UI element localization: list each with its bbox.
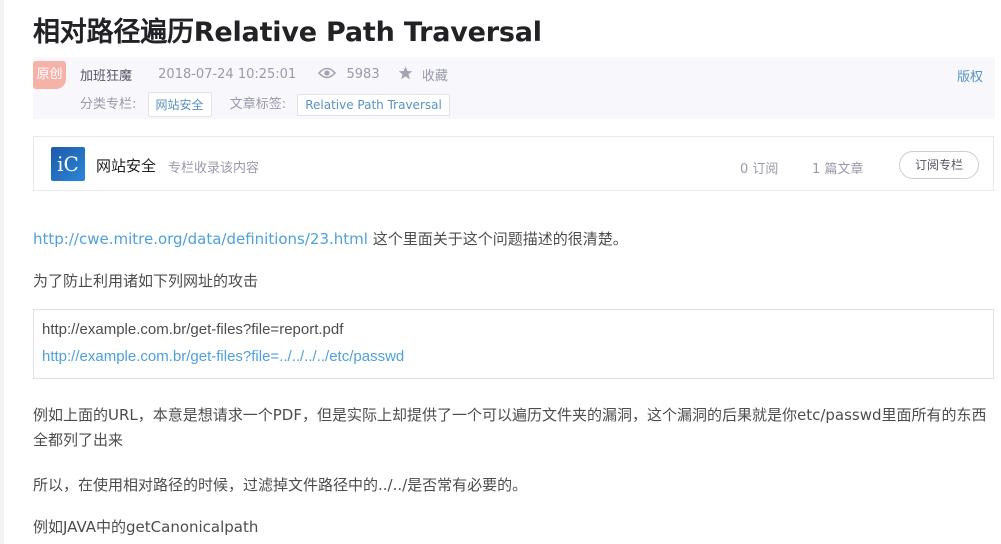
tags-label: 文章标签: — [229, 97, 287, 112]
column-subscribers: 0 订阅 — [740, 162, 779, 177]
favorite-button[interactable]: 收藏 — [422, 69, 448, 84]
paragraph-4: 所以，在使用相对路径的时候，过滤掉文件路径中的../../是否常有必要的。 — [33, 476, 528, 494]
star-icon[interactable] — [398, 66, 413, 84]
original-badge: 原创 — [33, 61, 66, 89]
tag-chip[interactable]: Relative Path Traversal — [297, 93, 450, 116]
left-rule — [0, 0, 4, 544]
code-link[interactable]: http://example.com.br/get-files?file=../… — [42, 348, 404, 365]
column-article-count: 1 篇文章 — [812, 162, 864, 177]
copyright-link[interactable]: 版权 — [957, 66, 983, 85]
paragraph-1-text: 这个里面关于这个问题描述的很清楚。 — [367, 230, 628, 248]
column-logo[interactable]: iC — [51, 147, 85, 181]
subscribe-button[interactable]: 订阅专栏 — [899, 151, 979, 179]
paragraph-1: http://cwe.mitre.org/data/definitions/23… — [33, 228, 628, 249]
article-title: 相对路径遍历Relative Path Traversal — [33, 17, 542, 48]
author-link[interactable]: 加班狂魔 — [80, 69, 132, 84]
cwe-link[interactable]: http://cwe.mitre.org/data/definitions/23… — [33, 230, 368, 248]
column-card: iC 网站安全 专栏收录该内容 0 订阅 1 篇文章 订阅专栏 — [33, 136, 994, 191]
category-chip[interactable]: 网站安全 — [147, 92, 212, 117]
article-meta: 原创 加班狂魔 2018-07-24 10:25:01 5983 收藏 版权 分… — [33, 57, 995, 119]
paragraph-3: 例如上面的URL，本意是想请求一个PDF，但是实际上却提供了一个可以遍历文件夹的… — [33, 406, 987, 449]
view-count: 5983 — [346, 67, 380, 82]
publish-date: 2018-07-24 10:25:01 — [158, 67, 297, 82]
category-label: 分类专栏: — [80, 97, 137, 112]
code-line: http://example.com.br/get-files?file=rep… — [42, 321, 344, 338]
column-name[interactable]: 网站安全 — [96, 155, 156, 176]
eye-icon — [318, 67, 337, 83]
code-block: http://example.com.br/get-files?file=rep… — [33, 309, 994, 379]
paragraph-5: 例如JAVA中的getCanonicalpath — [33, 518, 259, 536]
meta-info-row: 加班狂魔 2018-07-24 10:25:01 5983 收藏 — [80, 65, 448, 84]
category-row: 分类专栏: 网站安全 文章标签: Relative Path Traversal — [80, 92, 464, 117]
paragraph-2: 为了防止利用诸如下列网址的攻击 — [33, 272, 259, 290]
column-description: 专栏收录该内容 — [168, 161, 260, 176]
